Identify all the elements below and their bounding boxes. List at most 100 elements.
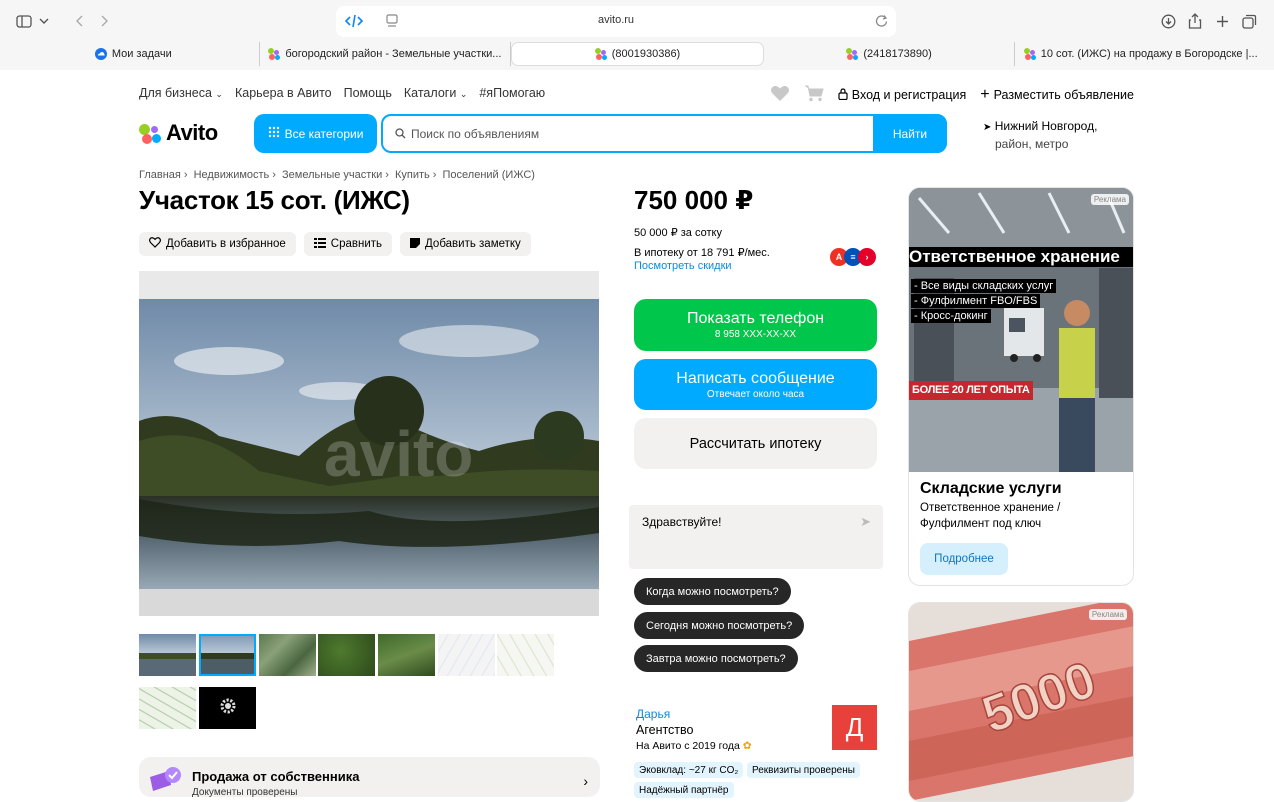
- write-message-button[interactable]: Написать сообщение Отвечает около часа: [634, 359, 877, 410]
- new-tab-icon[interactable]: [1213, 11, 1231, 31]
- thumbnail[interactable]: [497, 634, 554, 676]
- browser-toolbar: avito.ru: [0, 0, 1274, 42]
- add-note-button[interactable]: Добавить заметку: [400, 232, 531, 256]
- avito-icon: [846, 48, 859, 60]
- link-help[interactable]: Помощь: [344, 86, 392, 100]
- all-categories-button[interactable]: Все категории: [254, 114, 377, 153]
- breadcrumb-home[interactable]: Главная: [139, 169, 181, 181]
- header-links: Для бизнеса ⌄ Карьера в Авито Помощь Кат…: [139, 86, 545, 100]
- sidebar-toggle-icon[interactable]: [14, 11, 34, 31]
- tab-overview-icon[interactable]: [1240, 11, 1258, 31]
- tab-bogorodsky[interactable]: богородский район - Земельные участки...: [260, 42, 512, 66]
- ad-image: Реклама Ответственное хранение - Все вид…: [909, 188, 1133, 472]
- login-link[interactable]: Вход и регистрация: [838, 87, 966, 103]
- ad-banknote[interactable]: 5000 Реклама: [908, 602, 1134, 802]
- location-arrow-icon: ➤: [983, 122, 992, 133]
- add-to-favorites-button[interactable]: Добавить в избранное: [139, 232, 296, 256]
- gear-icon: [220, 698, 236, 719]
- location-selector[interactable]: ➤ Нижний Новгород, район, метро: [983, 118, 1097, 153]
- ad-headline: Ответственное хранение: [909, 247, 1133, 267]
- address-bar[interactable]: avito.ru: [336, 6, 896, 37]
- search-input[interactable]: Поиск по объявлениям: [411, 127, 539, 141]
- ad-label: Реклама: [1088, 609, 1127, 620]
- thumbnail[interactable]: [318, 634, 375, 676]
- avatar[interactable]: Д: [832, 705, 877, 750]
- avito-icon: [594, 48, 607, 60]
- ad-experience: БОЛЕЕ 20 ЛЕТ ОПЫТА: [909, 381, 1033, 400]
- thumbnail[interactable]: [438, 634, 495, 676]
- verified-badge[interactable]: Реквизиты проверены: [747, 762, 860, 778]
- ad-bullet: - Фулфилмент FBO/FBS: [911, 294, 1041, 308]
- page-title: Участок 15 сот. (ИЖС): [139, 185, 410, 215]
- cloud-icon: [94, 48, 107, 60]
- calculate-mortgage-button[interactable]: Рассчитать ипотеку: [634, 418, 877, 469]
- seller-since: На Авито с 2019 года ✿: [636, 740, 752, 752]
- ad-warehouse[interactable]: Реклама Ответственное хранение - Все вид…: [908, 187, 1134, 586]
- breadcrumb-realty[interactable]: Недвижимость: [194, 169, 270, 181]
- breadcrumb-land[interactable]: Земельные участки: [282, 169, 382, 181]
- ad-label: Реклама: [1090, 194, 1129, 205]
- bank-icon: ›: [858, 248, 876, 266]
- link-catalogs[interactable]: Каталоги ⌄: [404, 86, 467, 100]
- plus-icon: +: [980, 86, 990, 103]
- owner-badge-icon: [147, 765, 183, 797]
- cart-icon[interactable]: [804, 85, 824, 105]
- link-career[interactable]: Карьера в Авито: [235, 86, 332, 100]
- send-icon[interactable]: ➤: [860, 514, 871, 530]
- show-phone-button[interactable]: Показать телефон 8 958 XXX-XX-XX: [634, 299, 877, 351]
- tab-2418173890[interactable]: (2418173890): [764, 42, 1016, 66]
- price-per-are: 50 000 ₽ за сотку: [634, 227, 722, 239]
- tab-strip: Мои задачи богородский район - Земельные…: [8, 42, 1266, 66]
- thumbnail-more[interactable]: [199, 687, 256, 729]
- owner-sale-title: Продажа от собственника: [192, 769, 360, 784]
- main-photo[interactable]: avito: [139, 271, 599, 616]
- search-icon: [395, 128, 406, 142]
- breadcrumb-buy[interactable]: Купить: [395, 169, 430, 181]
- thumbnail[interactable]: [139, 687, 196, 729]
- heart-icon: [149, 237, 161, 251]
- ad-bullet: - Все виды складских услуг: [911, 279, 1057, 293]
- back-icon[interactable]: [72, 11, 86, 31]
- breadcrumb: Главная › Недвижимость › Земельные участки…: [139, 169, 535, 181]
- quick-reply-chip[interactable]: Сегодня можно посмотреть?: [634, 612, 805, 639]
- chat-input[interactable]: Здравствуйте! ➤: [629, 505, 883, 569]
- eco-badge[interactable]: Эковклад: ~27 кг CO₂: [634, 762, 744, 778]
- avito-logo[interactable]: Avito: [139, 120, 218, 146]
- emoji-icon: ✿: [742, 740, 752, 752]
- tab-8001930386[interactable]: (8001930386): [511, 42, 764, 66]
- forward-icon[interactable]: [98, 11, 112, 31]
- lock-icon: [838, 87, 848, 103]
- tab-10-sot[interactable]: 10 сот. (ИЖС) на продажу в Богородске |.…: [1015, 42, 1266, 66]
- link-for-business[interactable]: Для бизнеса ⌄: [139, 86, 223, 100]
- see-discounts-link[interactable]: Посмотреть скидки: [634, 260, 732, 272]
- quick-reply-chip[interactable]: Когда можно посмотреть?: [634, 578, 791, 605]
- reload-icon[interactable]: [875, 14, 888, 32]
- avito-logo-icon: [139, 121, 163, 145]
- seller-name-link[interactable]: Дарья: [636, 707, 670, 721]
- seller-type: Агентство: [636, 723, 694, 737]
- download-icon[interactable]: [1159, 11, 1177, 31]
- chevron-right-icon: ›: [583, 773, 588, 789]
- post-ad-link[interactable]: + Разместить объявление: [980, 86, 1134, 103]
- thumbnail-selected[interactable]: [199, 634, 256, 676]
- link-ya-pomogayu[interactable]: #яПомогаю: [479, 86, 545, 100]
- quick-reply-chip[interactable]: Завтра можно посмотреть?: [634, 645, 798, 672]
- thumbnail[interactable]: [378, 634, 435, 676]
- listing-actions: Добавить в избранное Сравнить Добавить з…: [139, 232, 531, 256]
- chevron-down-icon[interactable]: [37, 11, 51, 31]
- ad-more-button[interactable]: Подробнее: [920, 543, 1008, 575]
- thumbnail[interactable]: [259, 634, 316, 676]
- breadcrumb-izhs[interactable]: Поселений (ИЖС): [443, 169, 535, 181]
- share-icon[interactable]: [1186, 11, 1204, 31]
- search-box[interactable]: Поиск по объявлениям Найти: [381, 114, 947, 153]
- ad-title: Складские услуги: [920, 480, 1062, 497]
- partner-badge[interactable]: Надёжный партнёр: [634, 782, 734, 798]
- thumbnail[interactable]: [139, 634, 196, 676]
- compare-icon: [313, 237, 326, 251]
- compare-button[interactable]: Сравнить: [303, 232, 393, 256]
- search-button[interactable]: Найти: [873, 114, 947, 153]
- favorites-heart-icon[interactable]: [770, 85, 790, 105]
- owner-sale-block[interactable]: Продажа от собственника Документы провер…: [139, 757, 600, 798]
- browser-chrome: avito.ru Мои задачи богородский район - …: [0, 0, 1274, 70]
- tab-my-tasks[interactable]: Мои задачи: [8, 42, 260, 66]
